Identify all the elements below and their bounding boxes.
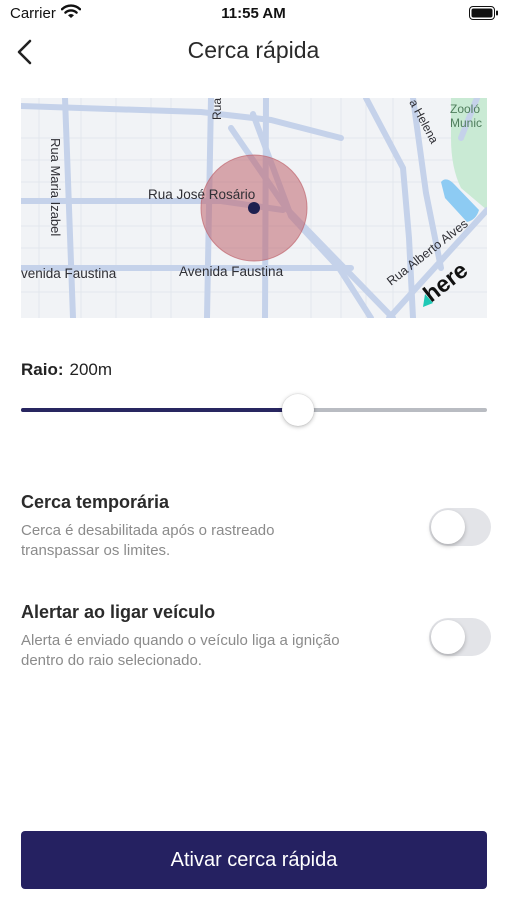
option-temporary-fence: Cerca temporária Cerca é desabilitada ap… bbox=[21, 492, 491, 561]
map-view[interactable]: Rua José Rosário Rua Maria Izabel venida… bbox=[21, 98, 487, 318]
street-label-avenida-faustina-right: Avenida Faustina bbox=[179, 264, 284, 279]
option-title: Cerca temporária bbox=[21, 492, 170, 512]
street-label-rua-helena: a Helena bbox=[406, 98, 441, 146]
radius-label: Raio: bbox=[21, 360, 64, 379]
status-time: 11:55 AM bbox=[221, 5, 286, 22]
nav-bar: Cerca rápida bbox=[0, 28, 507, 76]
street-label-rua-jose-rosario: Rua José Rosário bbox=[148, 187, 255, 202]
street-label-rua-top: Rua bbox=[210, 98, 224, 120]
option-description: Alerta é enviado quando o veículo liga a… bbox=[21, 632, 340, 669]
street-label-rua-maria-izabel: Rua Maria Izabel bbox=[48, 138, 63, 236]
option-ignition-alert: Alertar ao ligar veículo Alerta é enviad… bbox=[21, 602, 491, 671]
back-button[interactable] bbox=[10, 36, 40, 68]
radius-value: 200m bbox=[69, 360, 113, 379]
radius-row: Raio: 200m bbox=[21, 360, 112, 380]
toggle-knob bbox=[431, 510, 465, 544]
screen: Carrier 11:55 AM Cerca rápida Rua José R… bbox=[0, 0, 507, 900]
battery-icon bbox=[469, 6, 499, 20]
page-title: Cerca rápida bbox=[187, 37, 320, 63]
here-logo: here bbox=[418, 257, 472, 307]
status-bar: Carrier 11:55 AM bbox=[0, 0, 507, 28]
toggle-knob bbox=[431, 620, 465, 654]
option-description: Cerca é desabilitada após o rastreado tr… bbox=[21, 522, 275, 559]
slider-fill bbox=[21, 408, 299, 412]
poi-label-zoologico: Zooló bbox=[450, 102, 480, 116]
temporary-fence-toggle[interactable] bbox=[429, 508, 491, 546]
poi-label-municipal: Munic bbox=[450, 116, 482, 130]
option-title: Alertar ao ligar veículo bbox=[21, 602, 216, 622]
slider-thumb[interactable] bbox=[282, 394, 315, 426]
ignition-alert-toggle[interactable] bbox=[429, 618, 491, 656]
location-dot-icon bbox=[248, 202, 260, 214]
street-label-avenida-faustina-left: venida Faustina bbox=[21, 266, 117, 281]
activate-quick-fence-button[interactable]: Ativar cerca rápida bbox=[21, 831, 487, 889]
chevron-left-icon bbox=[10, 39, 40, 72]
radius-slider[interactable] bbox=[21, 392, 487, 428]
